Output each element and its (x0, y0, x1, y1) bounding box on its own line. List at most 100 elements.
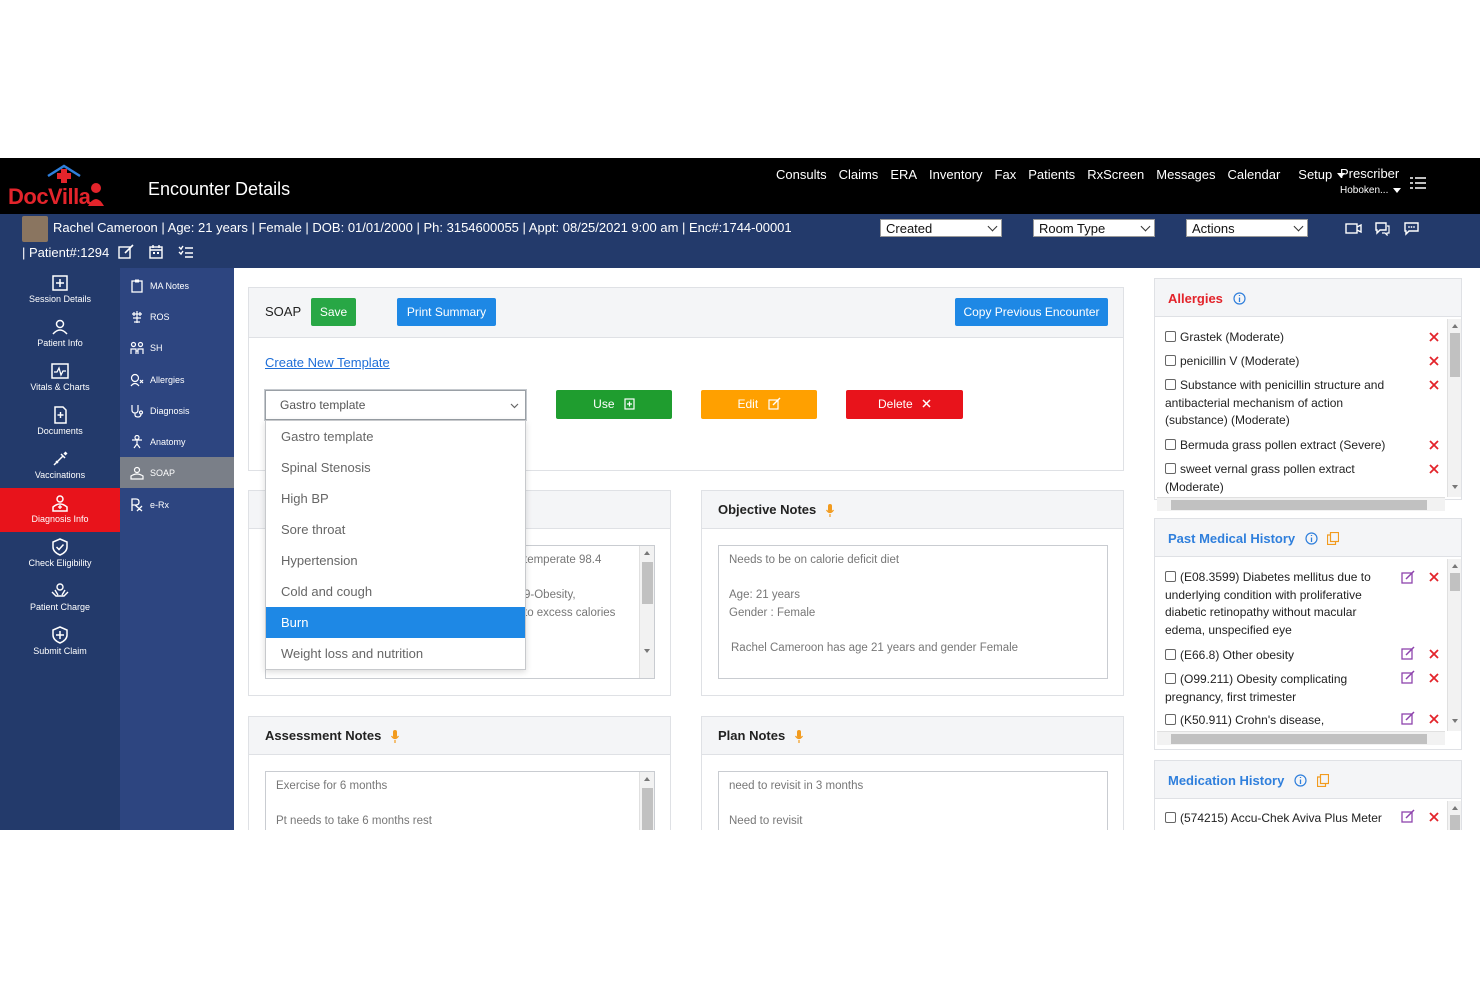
chat-icon[interactable] (1374, 221, 1391, 236)
remove-icon[interactable] (1429, 464, 1439, 474)
scroll-thumb[interactable] (642, 562, 653, 604)
edit-template-button[interactable]: Edit (701, 390, 817, 419)
delete-template-button[interactable]: Delete (846, 390, 963, 419)
scroll-thumb[interactable] (1450, 815, 1460, 830)
status-select[interactable]: Created (880, 219, 1002, 237)
checkbox[interactable] (1165, 355, 1176, 366)
sidebar-item-session-details[interactable]: Session Details (0, 268, 120, 312)
template-option[interactable]: Cold and cough (266, 576, 525, 607)
template-option[interactable]: Gastro template (266, 421, 525, 452)
microphone-icon[interactable] (825, 504, 834, 518)
allergy-item[interactable]: sweet vernal grass pollen extract (Moder… (1165, 461, 1390, 496)
subnav-ros[interactable]: ROS (120, 301, 234, 332)
copy-icon[interactable] (1316, 773, 1329, 788)
pmh-item[interactable]: (E66.8) Other obesity (1165, 647, 1390, 665)
objective-notes-textarea[interactable]: Needs to be on calorie deficit diet Age:… (718, 545, 1108, 679)
subjective-scrollbar[interactable] (639, 546, 654, 678)
nav-patients[interactable]: Patients (1022, 166, 1081, 184)
remove-icon[interactable] (1429, 440, 1439, 450)
nav-calendar[interactable]: Calendar (1222, 166, 1287, 184)
pmh-item[interactable]: (E08.3599) Diabetes mellitus due to unde… (1165, 569, 1390, 639)
remove-icon[interactable] (1429, 714, 1439, 724)
template-option[interactable]: Weight loss and nutrition (266, 638, 525, 669)
sidebar-item-documents[interactable]: Documents (0, 400, 120, 444)
template-option[interactable]: Sore throat (266, 514, 525, 545)
med-history-scrollbar[interactable] (1447, 801, 1461, 830)
subnav-sh[interactable]: SH (120, 332, 234, 363)
allergy-item[interactable]: penicillin V (Moderate) (1165, 353, 1390, 371)
message-icon[interactable] (1403, 221, 1420, 236)
checkbox[interactable] (1165, 331, 1176, 342)
nav-claims[interactable]: Claims (833, 166, 885, 184)
nav-messages[interactable]: Messages (1150, 166, 1221, 184)
allergy-item[interactable]: Bermuda grass pollen extract (Severe) (1165, 437, 1390, 455)
plan-notes-textarea[interactable]: need to revisit in 3 months Need to revi… (718, 771, 1108, 830)
subnav-ma-notes[interactable]: MA Notes (120, 270, 234, 301)
nav-consults[interactable]: Consults (770, 166, 833, 184)
print-summary-button[interactable]: Print Summary (397, 298, 496, 326)
subnav-allergies[interactable]: Allergies (120, 364, 234, 395)
edit-icon[interactable] (1401, 809, 1415, 823)
checkbox[interactable] (1165, 463, 1176, 474)
nav-era[interactable]: ERA (884, 166, 923, 184)
subnav-diagnosis[interactable]: Diagnosis (120, 395, 234, 426)
subnav-soap[interactable]: SOAP (120, 457, 234, 488)
scroll-thumb[interactable] (1450, 333, 1460, 377)
edit-icon[interactable] (1401, 670, 1415, 684)
sidebar-item-submit-claim[interactable]: Submit Claim (0, 620, 120, 664)
nav-rxscreen[interactable]: RxScreen (1081, 166, 1150, 184)
scroll-thumb[interactable] (642, 788, 653, 830)
sidebar-item-vaccinations[interactable]: Vaccinations (0, 444, 120, 488)
sidebar-item-check-eligibility[interactable]: Check Eligibility (0, 532, 120, 576)
checkbox[interactable] (1165, 714, 1176, 725)
scroll-thumb[interactable] (1171, 500, 1427, 510)
pmh-item[interactable]: (O99.211) Obesity complicating pregnancy… (1165, 671, 1390, 706)
allergies-hscrollbar[interactable] (1157, 497, 1445, 511)
edit-icon[interactable] (1401, 646, 1415, 660)
checkbox[interactable] (1165, 812, 1176, 823)
list-menu-icon[interactable] (1410, 176, 1426, 190)
assessment-notes-textarea[interactable]: Exercise for 6 months Pt needs to take 6… (265, 771, 655, 830)
template-option[interactable]: High BP (266, 483, 525, 514)
checkbox[interactable] (1165, 571, 1176, 582)
sidebar-item-vitals-charts[interactable]: Vitals & Charts (0, 356, 120, 400)
sidebar-item-patient-info[interactable]: Patient Info (0, 312, 120, 356)
save-button[interactable]: Save (311, 298, 356, 326)
allergies-scrollbar[interactable] (1447, 319, 1461, 497)
template-select[interactable]: Gastro template (265, 390, 526, 420)
edit-icon[interactable] (1401, 570, 1415, 584)
subnav-erx[interactable]: e-Rx (120, 489, 234, 520)
remove-icon[interactable] (1429, 673, 1439, 683)
checkbox[interactable] (1165, 379, 1176, 390)
info-icon[interactable] (1305, 532, 1318, 545)
room-type-select[interactable]: Room Type (1033, 219, 1155, 237)
nav-fax[interactable]: Fax (989, 166, 1023, 184)
subnav-anatomy[interactable]: Anatomy (120, 426, 234, 457)
copy-previous-encounter-button[interactable]: Copy Previous Encounter (955, 298, 1108, 326)
medication-item[interactable]: (574215) Accu-Chek Aviva Plus Meter (1165, 810, 1390, 828)
remove-icon[interactable] (1429, 649, 1439, 659)
checkbox[interactable] (1165, 649, 1176, 660)
scroll-thumb[interactable] (1171, 734, 1427, 744)
info-icon[interactable] (1232, 292, 1246, 305)
info-icon[interactable] (1294, 774, 1307, 787)
nav-inventory[interactable]: Inventory (923, 166, 988, 184)
allergy-item[interactable]: Grastek (Moderate) (1165, 329, 1390, 347)
remove-icon[interactable] (1429, 356, 1439, 366)
edit-icon[interactable] (118, 244, 134, 260)
microphone-icon[interactable] (794, 730, 803, 744)
use-template-button[interactable]: Use (556, 390, 672, 419)
allergy-item[interactable]: Substance with penicillin structure and … (1165, 377, 1390, 430)
sidebar-item-diagnosis-info[interactable]: Diagnosis Info (0, 488, 120, 532)
actions-select[interactable]: Actions (1186, 219, 1308, 237)
template-option[interactable]: Hypertension (266, 545, 525, 576)
prescriber-menu[interactable]: Prescriber Hoboken... (1340, 166, 1402, 196)
checklist-icon[interactable] (178, 244, 194, 260)
create-new-template-link[interactable]: Create New Template (265, 355, 390, 370)
pmh-scrollbar[interactable] (1447, 559, 1461, 731)
remove-icon[interactable] (1429, 812, 1439, 822)
calendar-icon[interactable] (148, 244, 164, 260)
scroll-thumb[interactable] (1450, 573, 1460, 591)
pmh-hscrollbar[interactable] (1157, 731, 1445, 745)
checkbox[interactable] (1165, 439, 1176, 450)
